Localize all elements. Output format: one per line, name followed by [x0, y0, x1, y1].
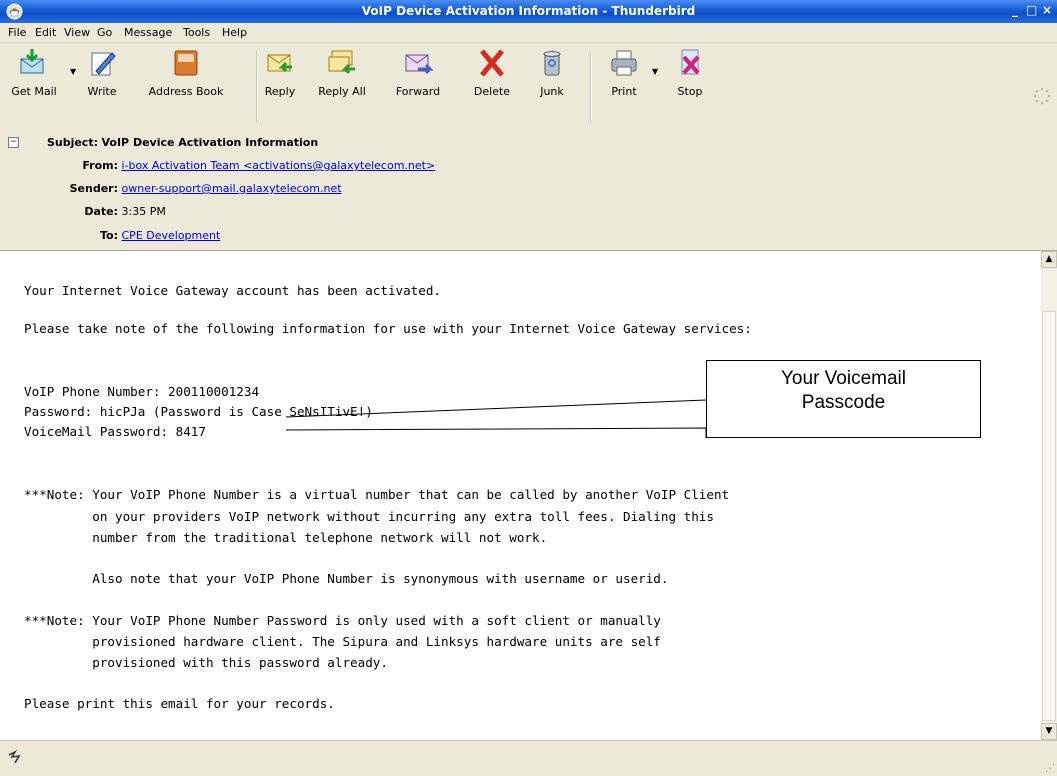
forward-icon: [405, 54, 434, 75]
header-subject-row: Subject: VoIP Device Activation Informat…: [22, 136, 318, 152]
menu-message[interactable]: Message: [124, 26, 172, 39]
junk-icon: [543, 51, 561, 76]
minimize-button[interactable]: _: [1012, 3, 1018, 17]
print-dropdown-arrow-icon[interactable]: ▼: [652, 67, 658, 76]
body-phone-number: VoIP Phone Number: 200110001234: [24, 384, 260, 399]
thunderbird-window: VoIP Device Activation Information - Thu…: [0, 0, 1057, 776]
online-status-icon[interactable]: [6, 749, 24, 767]
write-icon: [91, 52, 116, 76]
print-button[interactable]: Print: [594, 47, 654, 127]
menu-file[interactable]: File: [8, 26, 26, 39]
get-mail-icon: [20, 49, 44, 74]
header-date-row: Date: 3:35 PM: [22, 205, 166, 221]
sender-label: Sender:: [69, 182, 118, 195]
junk-label: Junk: [540, 85, 564, 98]
menu-tools[interactable]: Tools: [183, 26, 210, 39]
window-title: VoIP Device Activation Information - Thu…: [361, 4, 696, 18]
body-voicemail-password: VoiceMail Password: 8417: [24, 424, 206, 439]
delete-icon: [480, 49, 504, 77]
header-sender-row: Sender: owner-support@mail.galaxytelecom…: [22, 182, 342, 198]
from-label: From:: [82, 159, 118, 172]
body-note1-line4: Also note that your VoIP Phone Number is…: [24, 571, 669, 586]
scroll-thumb[interactable]: [1042, 311, 1056, 721]
sender-link[interactable]: owner-support@mail.galaxytelecom.net: [122, 182, 342, 195]
stop-button[interactable]: Stop: [660, 47, 720, 127]
write-label: Write: [87, 85, 117, 98]
menu-bar: File Edit View Go Message Tools Help: [0, 23, 1057, 43]
voicemail-passcode-callout: Your Voicemail Passcode: [706, 360, 981, 438]
delete-button[interactable]: Delete: [462, 47, 522, 127]
message-header-pane: − Subject: VoIP Device Activation Inform…: [0, 132, 1057, 251]
header-from-row: From: i-box Activation Team <activations…: [22, 159, 435, 175]
body-line-take-note: Please take note of the following inform…: [24, 321, 752, 336]
resize-grip-icon[interactable]: ⋰: [1045, 763, 1055, 774]
scroll-up-button[interactable]: ▲: [1041, 251, 1057, 268]
subject-value: VoIP Device Activation Information: [101, 136, 319, 149]
collapse-header-icon[interactable]: −: [8, 137, 19, 148]
address-book-icon: [174, 50, 198, 76]
junk-button[interactable]: Junk: [522, 47, 582, 127]
print-label: Print: [611, 85, 637, 98]
body-scrollbar[interactable]: ▲ ▼: [1041, 251, 1057, 740]
subject-label: Subject:: [46, 136, 98, 149]
write-button[interactable]: Write: [72, 47, 132, 127]
body-closing: Please print this email for your records…: [24, 696, 335, 711]
body-password: Password: hicPJa (Password is Case SeNsI…: [24, 404, 373, 419]
forward-label: Forward: [395, 85, 441, 98]
scroll-down-button[interactable]: ▼: [1041, 723, 1057, 740]
to-link[interactable]: CPE Development: [122, 229, 221, 242]
reply-button[interactable]: Reply: [250, 47, 310, 127]
callout-line-1: Your Voicemail: [781, 368, 906, 389]
title-bar[interactable]: VoIP Device Activation Information - Thu…: [0, 0, 1057, 23]
stop-label: Stop: [677, 85, 703, 98]
message-body-pane[interactable]: Your Internet Voice Gateway account has …: [0, 251, 1041, 740]
body-note1-line1: ***Note: Your VoIP Phone Number is a vir…: [24, 487, 730, 502]
get-mail-button[interactable]: Get Mail: [4, 47, 64, 127]
body-note2-line2: provisioned hardware client. The Sipura …: [24, 634, 661, 649]
address-book-label: Address Book: [148, 85, 224, 98]
address-book-button[interactable]: Address Book: [148, 47, 224, 127]
delete-label: Delete: [473, 85, 511, 98]
maximize-button[interactable]: □: [1026, 3, 1037, 17]
print-icon: [611, 50, 637, 76]
header-to-row: To: CPE Development: [22, 229, 220, 245]
body-note2-line1: ***Note: Your VoIP Phone Number Password…: [24, 613, 661, 628]
menu-view[interactable]: View: [64, 26, 90, 39]
body-note1-line2: on your providers VoIP network without i…: [24, 509, 714, 524]
status-bar: ⋰: [0, 740, 1057, 776]
activity-throbber-icon: [1033, 87, 1051, 105]
to-label: To:: [100, 229, 118, 242]
reply-icon: [267, 54, 292, 73]
main-toolbar: Get Mail ▼ Write Address Book Reply Repl…: [0, 43, 1057, 133]
callout-line-2: Passcode: [801, 392, 886, 413]
close-button[interactable]: ×: [1042, 3, 1052, 17]
reply-all-button[interactable]: Reply All: [312, 47, 372, 127]
toolbar-separator: [590, 51, 592, 123]
body-line-activated: Your Internet Voice Gateway account has …: [24, 283, 442, 298]
from-link[interactable]: i-box Activation Team <activations@galax…: [122, 159, 436, 172]
get-mail-label: Get Mail: [11, 85, 57, 98]
reply-all-label: Reply All: [318, 85, 366, 98]
menu-help[interactable]: Help: [222, 26, 247, 39]
menu-edit[interactable]: Edit: [35, 26, 56, 39]
stop-icon: [681, 49, 700, 75]
body-note2-line3: provisioned with this password already.: [24, 655, 388, 670]
reply-label: Reply: [264, 85, 296, 98]
date-value: 3:35 PM: [121, 205, 166, 218]
date-label: Date:: [84, 205, 118, 218]
body-note1-line3: number from the traditional telephone ne…: [24, 530, 548, 545]
menu-go[interactable]: Go: [97, 26, 112, 39]
forward-button[interactable]: Forward: [388, 47, 448, 127]
reply-all-icon: [328, 50, 355, 75]
